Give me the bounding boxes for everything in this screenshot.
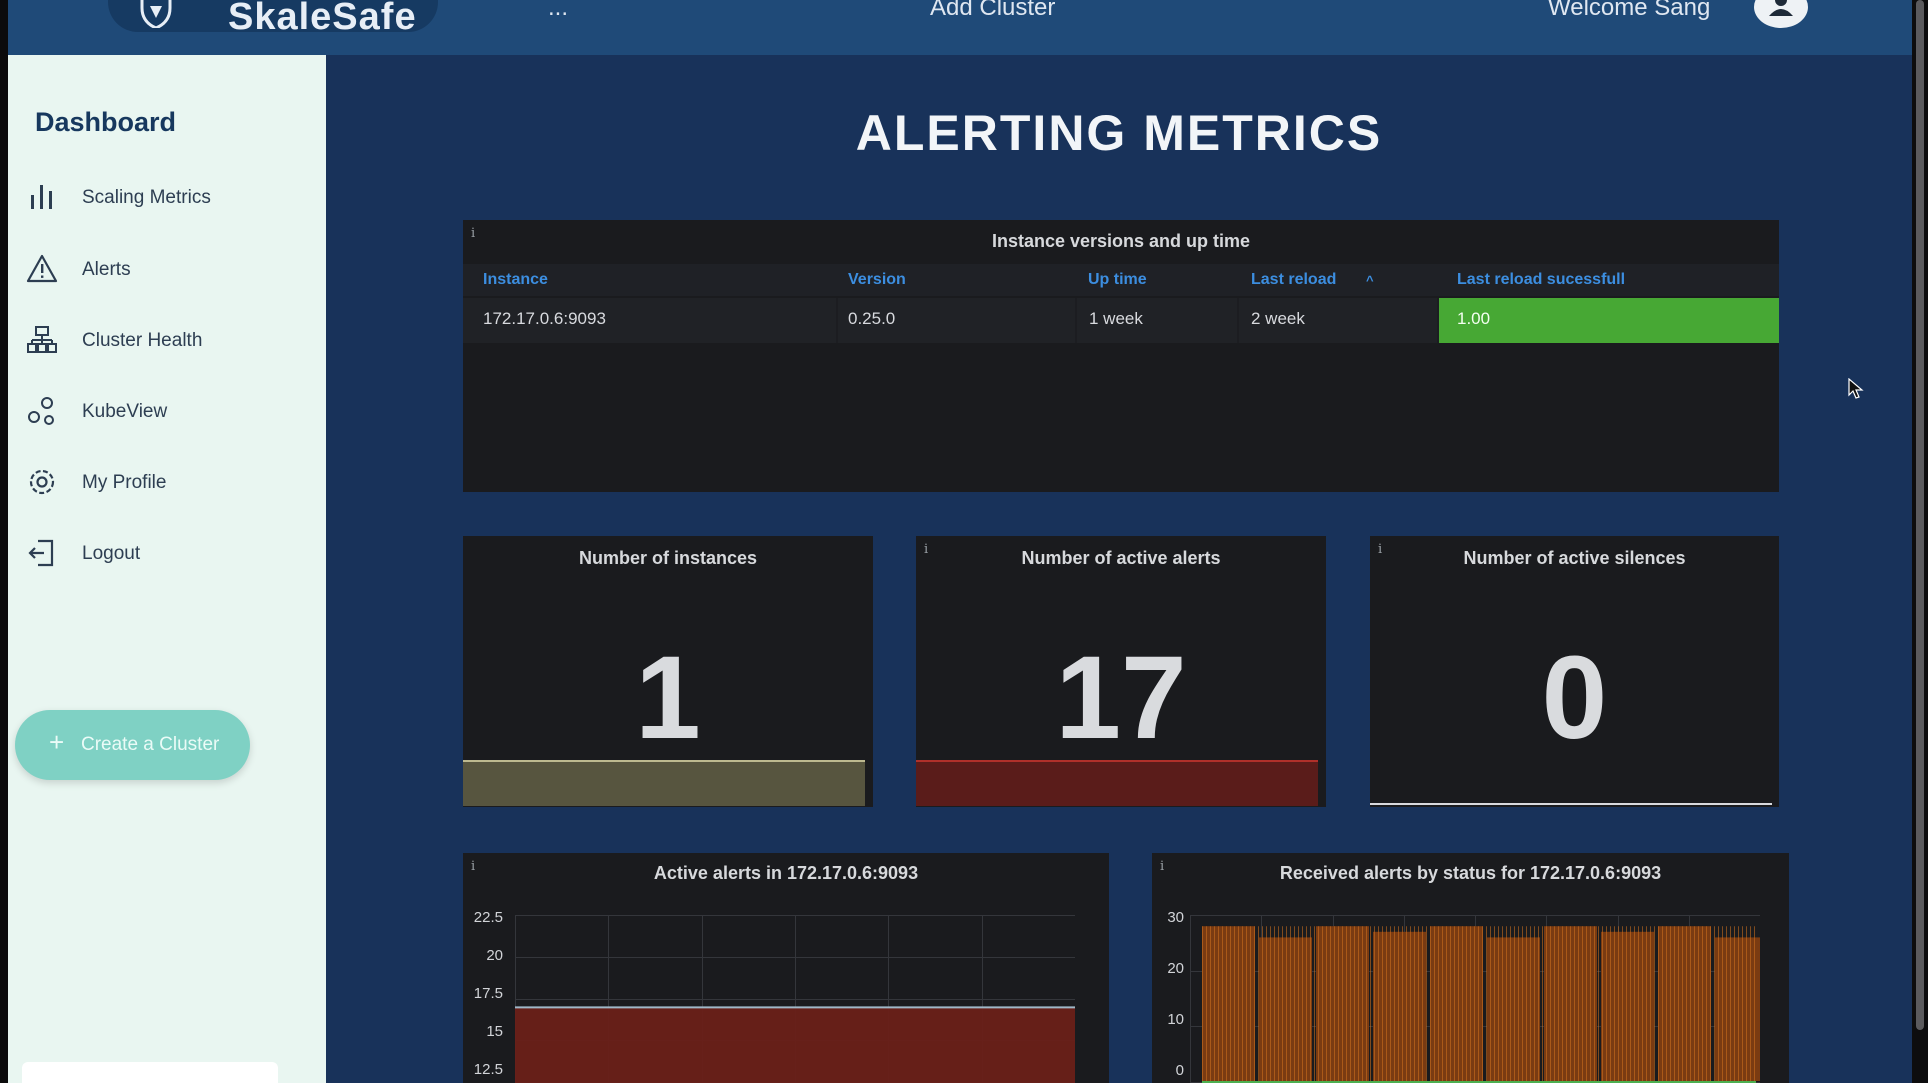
- panel-title: Number of instances: [578, 548, 758, 568]
- sidebar-item-label: Alerts: [82, 259, 131, 280]
- page-title: ALERTING METRICS: [855, 105, 1383, 161]
- network-tree-icon: [27, 326, 57, 353]
- cell-last-reload: 2 week: [1251, 309, 1305, 328]
- sidebar-item-label: Scaling Metrics: [82, 187, 211, 208]
- table-row: 172.17.0.6:9093 0.25.0 1 week 2 week 1.0…: [463, 298, 1779, 343]
- nav-item-partial[interactable]: ...: [548, 0, 568, 22]
- sidebar-item-kubeview[interactable]: KubeView: [26, 393, 306, 433]
- nodes-icon: [28, 397, 54, 425]
- sidebar-item-scaling-metrics[interactable]: Scaling Metrics: [26, 179, 306, 219]
- sidebar: Dashboard Scaling Metrics Alerts Cluster…: [8, 55, 326, 1083]
- panel-title: Received alerts by status for 172.17.0.6…: [1279, 863, 1662, 883]
- column-header-last-reload[interactable]: Last reload: [1251, 271, 1336, 289]
- app-window: SkaleSafe ... Add Cluster Welcome Sang D…: [8, 0, 1912, 1083]
- received-alerts-chart: [1190, 915, 1760, 1083]
- cell-uptime: 1 week: [1089, 309, 1143, 328]
- column-header-last-reload-ok[interactable]: Last reload sucessfull: [1457, 271, 1625, 289]
- table-header: Instance Version Up time Last reload ^ L…: [463, 264, 1779, 296]
- sidebar-item-label: KubeView: [82, 401, 168, 422]
- window-scrollbar[interactable]: [1912, 0, 1928, 1083]
- sidebar-item-logout[interactable]: Logout: [26, 535, 306, 575]
- stat-panel-active-silences: i Number of active silences 0: [1370, 536, 1779, 807]
- stat-sparkline: [1370, 803, 1772, 805]
- brand-logo[interactable]: SkaleSafe: [108, 0, 438, 38]
- create-cluster-button[interactable]: + Create a Cluster: [15, 710, 250, 780]
- panel-title: Number of active silences: [1463, 548, 1686, 568]
- logout-icon: [28, 539, 54, 567]
- sort-ascending-icon[interactable]: ^: [1366, 273, 1374, 288]
- column-header-version[interactable]: Version: [848, 271, 906, 289]
- stat-value: 0: [1541, 632, 1608, 764]
- cell-instance: 172.17.0.6:9093: [483, 309, 606, 328]
- scrollbar-thumb[interactable]: [1916, 0, 1924, 1030]
- brand-name: SkaleSafe: [228, 0, 417, 38]
- y-tick-label: 20: [486, 947, 503, 964]
- y-tick-label: 0: [1175, 1062, 1184, 1079]
- series-bar: [1430, 926, 1483, 1081]
- column-header-uptime[interactable]: Up time: [1088, 271, 1147, 289]
- sidebar-item-label: Cluster Health: [82, 330, 203, 351]
- y-tick-label: 15: [486, 1023, 503, 1040]
- nav-add-cluster[interactable]: Add Cluster: [930, 0, 1055, 22]
- avatar[interactable]: [1754, 0, 1808, 28]
- y-tick-label: 17.5: [473, 985, 503, 1002]
- cell-last-reload-ok: 1.00: [1439, 298, 1779, 343]
- chart-panel-received-alerts: i Received alerts by status for 172.17.0…: [1152, 853, 1789, 1083]
- active-alerts-chart: [515, 915, 1075, 1083]
- cell-last-reload-ok-value: 1.00: [1457, 309, 1491, 328]
- y-tick-label: 10: [1167, 1011, 1184, 1028]
- stat-sparkline: [916, 760, 1318, 806]
- instance-table-panel: i Instance versions and up time Instance…: [463, 220, 1779, 492]
- sidebar-item-alerts[interactable]: Alerts: [26, 251, 306, 291]
- y-tick-label: 22.5: [473, 909, 503, 926]
- welcome-text: Welcome Sang: [1548, 0, 1711, 21]
- stat-value: 17: [1055, 632, 1187, 764]
- chart-panel-active-alerts: i Active alerts in 172.17.0.6:9093 22.5 …: [463, 853, 1109, 1083]
- sidebar-item-label: Logout: [82, 543, 141, 564]
- series-area: [515, 1007, 1075, 1083]
- sidebar-bottom-widget[interactable]: [22, 1062, 278, 1083]
- sidebar-item-my-profile[interactable]: My Profile: [26, 464, 306, 504]
- mouse-cursor-icon: [1848, 378, 1864, 399]
- top-navbar: SkaleSafe ... Add Cluster Welcome Sang: [8, 0, 1912, 55]
- series-bar: [1715, 937, 1760, 1081]
- y-tick-label: 30: [1167, 909, 1184, 926]
- y-tick-label: 20: [1167, 960, 1184, 977]
- series-bar: [1202, 926, 1255, 1081]
- panel-title: Instance versions and up time: [991, 231, 1251, 251]
- sidebar-item-label: My Profile: [82, 472, 167, 493]
- y-tick-label: 12.5: [473, 1061, 503, 1078]
- bar-chart-icon: [31, 185, 52, 209]
- plus-icon: +: [49, 727, 65, 757]
- create-cluster-label: Create a Cluster: [81, 734, 220, 755]
- sidebar-item-cluster-health[interactable]: Cluster Health: [26, 322, 306, 362]
- warning-triangle-icon: [26, 254, 58, 283]
- shield-logo-icon: [140, 0, 172, 28]
- stat-panel-active-alerts: i Number of active alerts 17: [916, 536, 1326, 807]
- stat-sparkline: [463, 760, 865, 806]
- panel-title: Active alerts in 172.17.0.6:9093: [653, 863, 919, 883]
- stat-value: 1: [635, 632, 701, 764]
- stat-panel-instances: Number of instances 1: [463, 536, 873, 807]
- column-header-instance[interactable]: Instance: [483, 271, 548, 289]
- series-bar: [1658, 926, 1711, 1081]
- cell-version: 0.25.0: [848, 309, 896, 328]
- sidebar-title: Dashboard: [35, 107, 177, 137]
- user-icon: [1769, 0, 1793, 16]
- gear-icon: [29, 469, 55, 495]
- panel-title: Number of active alerts: [1021, 548, 1221, 568]
